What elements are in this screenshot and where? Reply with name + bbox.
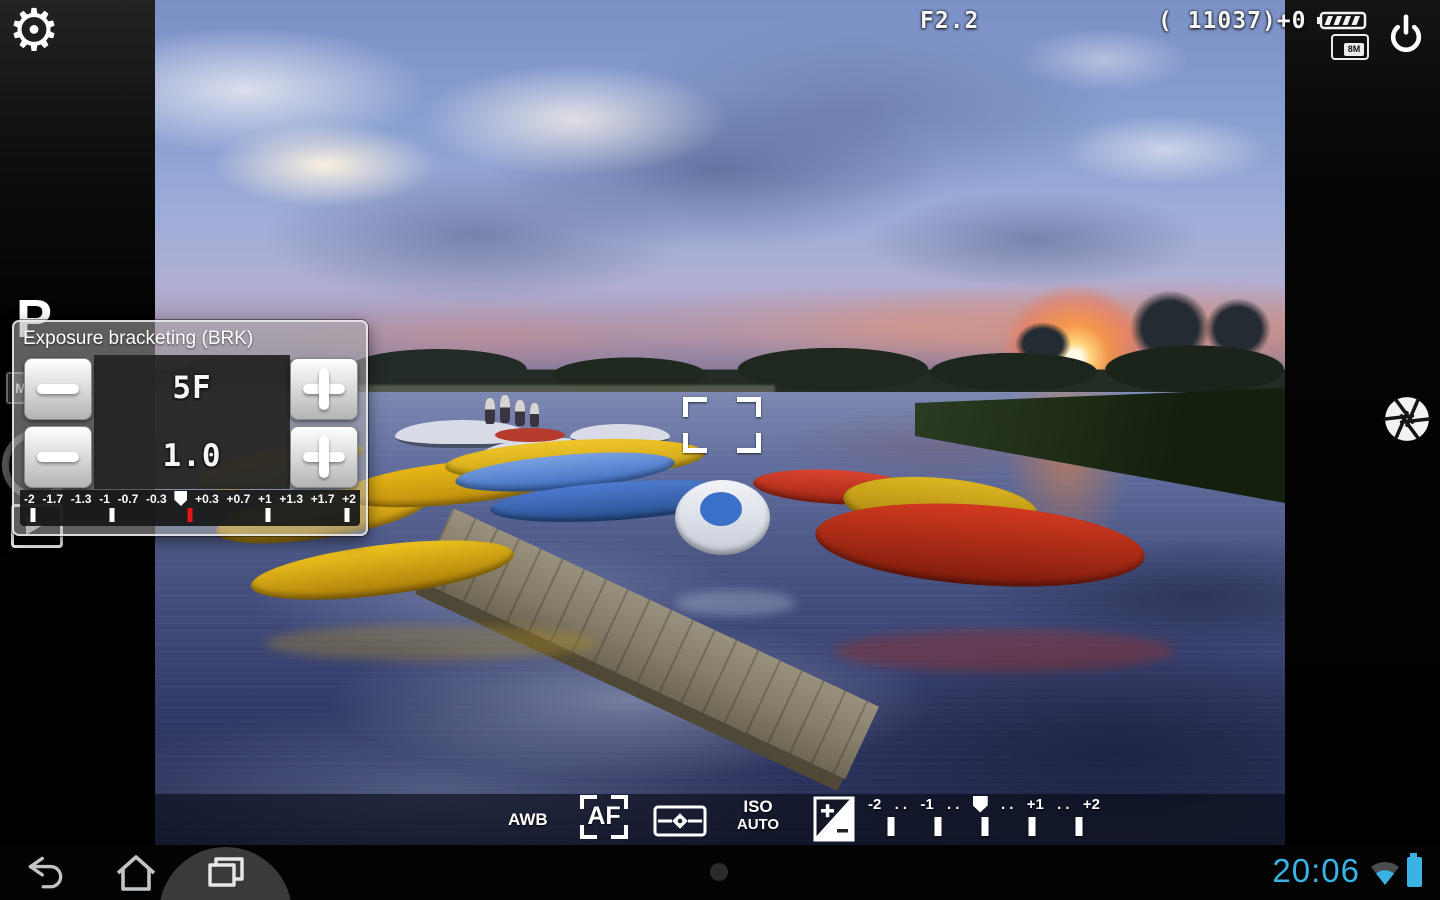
back-button[interactable] bbox=[24, 853, 68, 893]
iso-mode: AUTO bbox=[736, 816, 780, 833]
scale-label: -1 bbox=[99, 491, 110, 506]
iso-label: ISO bbox=[743, 797, 773, 816]
camera-app-screen: P M Exposure bracketing (BRK) 5F 1.0 -2 … bbox=[0, 0, 1440, 900]
ev-dots: . . bbox=[1000, 795, 1014, 813]
photo-person bbox=[500, 395, 510, 423]
ev-label: -1 bbox=[920, 795, 934, 813]
ev-dots: . . bbox=[894, 795, 908, 813]
resolution-badge-label: 8M bbox=[1344, 43, 1364, 56]
ev-label: +2 bbox=[1082, 795, 1100, 813]
scale-label: +0.3 bbox=[195, 491, 219, 506]
focus-frame-corner bbox=[737, 433, 761, 453]
focus-frame-corner bbox=[683, 397, 707, 417]
android-nav-bar: 20:06 bbox=[0, 845, 1440, 900]
photo-person bbox=[485, 398, 495, 424]
step-plus-button[interactable] bbox=[290, 426, 358, 488]
scale-tick-current bbox=[187, 508, 193, 522]
ev-dots: . . bbox=[1057, 795, 1070, 813]
iso-button[interactable]: ISO AUTO bbox=[732, 797, 784, 833]
frame-counter: ( 11037)+0 bbox=[1158, 8, 1307, 34]
ev-scale: -2 . . -1 . . . . +1 . . +2 bbox=[868, 795, 1100, 813]
bracketing-scale: -2 -1.7 -1.3 -1 -0.7 -0.3 +0.3 +0.7 +1 +… bbox=[20, 490, 360, 526]
photo-person bbox=[530, 403, 539, 427]
minus-icon bbox=[37, 384, 79, 394]
nav-center-dot bbox=[710, 863, 728, 881]
photo-reflection bbox=[835, 630, 1175, 672]
scale-label: -0.3 bbox=[146, 491, 167, 506]
home-button[interactable] bbox=[114, 853, 158, 893]
ev-marker-icon bbox=[174, 491, 188, 506]
scale-tick bbox=[109, 508, 115, 522]
exposure-bracketing-popup: Exposure bracketing (BRK) 5F 1.0 -2 -1.7… bbox=[12, 320, 368, 536]
wifi-icon bbox=[1371, 861, 1399, 885]
ev-tick bbox=[1028, 817, 1036, 836]
photo-reflection bbox=[675, 590, 795, 616]
camera-battery-icon bbox=[1317, 11, 1367, 30]
scale-label: +1.7 bbox=[310, 491, 335, 506]
settings-gear-icon[interactable]: ⚙ bbox=[8, 0, 60, 62]
scale-tick bbox=[344, 508, 350, 522]
focus-frame-corner bbox=[737, 397, 761, 417]
step-value: 1.0 bbox=[162, 438, 222, 474]
scale-label: -1.3 bbox=[70, 491, 92, 506]
photo-person bbox=[515, 400, 525, 426]
focus-frame-corner bbox=[683, 433, 707, 453]
ev-tick-current bbox=[981, 817, 989, 836]
photo-reflection bbox=[265, 625, 595, 661]
recents-button[interactable] bbox=[204, 853, 248, 893]
ev-marker-icon bbox=[972, 795, 988, 813]
popup-title: Exposure bracketing (BRK) bbox=[23, 328, 254, 349]
scale-label: -0.7 bbox=[117, 491, 139, 506]
frames-minus-button[interactable] bbox=[24, 358, 92, 420]
scale-label: +0.7 bbox=[226, 491, 251, 506]
minus-icon bbox=[37, 452, 79, 462]
photo-kayak-white-seat bbox=[700, 492, 742, 526]
scale-label: -2 bbox=[24, 491, 35, 506]
scale-label: +1 bbox=[257, 491, 272, 506]
camera-control-strip: AWB AF ISO AUTO -2 . . -1 . . . . +1 . .… bbox=[155, 794, 1285, 845]
ev-tick bbox=[1075, 817, 1083, 836]
power-button[interactable] bbox=[1384, 12, 1428, 60]
scale-label: -1.7 bbox=[42, 491, 64, 506]
exposure-compensation-button[interactable] bbox=[813, 796, 855, 842]
scale-tick bbox=[30, 508, 36, 522]
status-clock: 20:06 bbox=[1272, 852, 1360, 889]
af-label: AF bbox=[587, 801, 621, 830]
ev-tick bbox=[934, 817, 942, 836]
ev-tick bbox=[887, 817, 895, 836]
resolution-badge: 8M bbox=[1331, 34, 1369, 60]
battery-status-icon bbox=[1407, 853, 1422, 887]
ev-label: +1 bbox=[1026, 795, 1044, 813]
scale-label: +2 bbox=[342, 491, 356, 506]
shutter-aperture-button[interactable] bbox=[1383, 395, 1431, 443]
ev-label: -2 bbox=[868, 795, 882, 813]
step-minus-button[interactable] bbox=[24, 426, 92, 488]
scale-tick bbox=[265, 508, 271, 522]
white-balance-button[interactable]: AWB bbox=[508, 810, 548, 830]
frames-value: 5F bbox=[172, 370, 212, 406]
ev-dots: . . bbox=[946, 795, 960, 813]
scale-label: +1.3 bbox=[279, 491, 304, 506]
frames-plus-button[interactable] bbox=[290, 358, 358, 420]
autofocus-button[interactable]: AF bbox=[580, 795, 628, 839]
metering-mode-button[interactable] bbox=[653, 805, 707, 837]
photo-boat-cargo bbox=[495, 428, 565, 442]
aperture-readout: F2.2 bbox=[920, 8, 980, 34]
